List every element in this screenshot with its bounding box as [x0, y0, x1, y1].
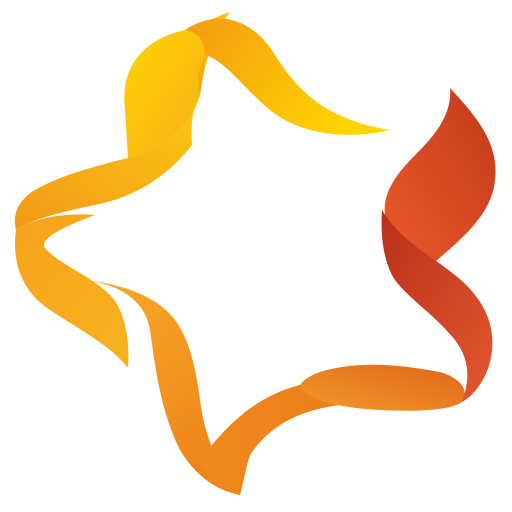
ribbon-top-front — [185, 18, 390, 135]
ribbon-star-logo-icon — [14, 12, 496, 495]
logo-canvas — [0, 0, 512, 512]
ribbon-left — [15, 214, 129, 368]
